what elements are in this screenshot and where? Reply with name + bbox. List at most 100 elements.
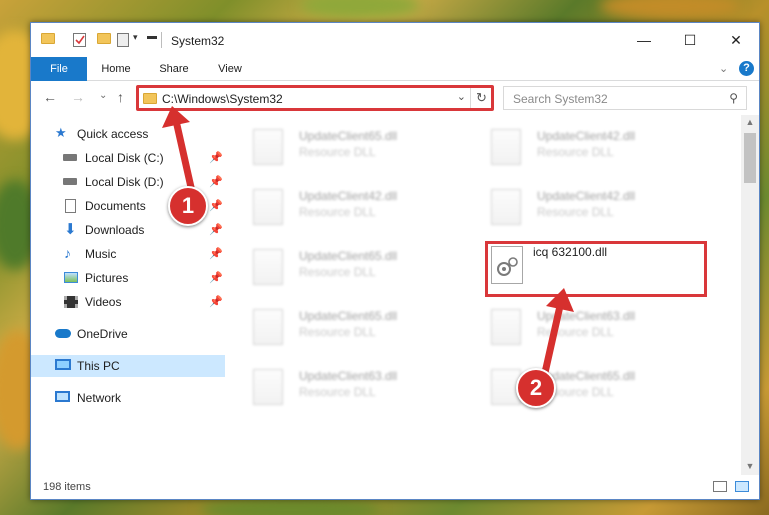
sidebar-item-onedrive[interactable]: OneDrive [31, 323, 225, 345]
sidebar-item-label: Quick access [77, 127, 149, 141]
dll-file-icon [491, 189, 521, 225]
document-icon [65, 199, 76, 213]
video-icon [64, 296, 78, 308]
dll-file-icon [253, 309, 283, 345]
file-name: UpdateClient65.dll [299, 309, 398, 323]
sidebar-item-pictures[interactable]: Pictures 📌 [31, 267, 225, 289]
maximize-button[interactable]: ☐ [667, 23, 713, 57]
new-folder-icon[interactable] [97, 33, 111, 44]
dll-file-icon [253, 189, 283, 225]
sidebar-item-label: This PC [77, 359, 120, 373]
pictures-icon [64, 272, 78, 283]
star-icon: ★ [55, 125, 67, 140]
minimize-button[interactable]: — [621, 23, 667, 57]
search-icon[interactable]: ⚲ [729, 91, 738, 105]
file-type: Resource DLL [299, 325, 376, 339]
title-bar: ▾ ▬ System32 — ☐ ✕ [31, 23, 759, 57]
status-bar: 198 items [31, 475, 759, 499]
file-name: UpdateClient42.dll [299, 189, 398, 203]
file-type: Resource DLL [299, 205, 376, 219]
pin-icon[interactable]: 📌 [209, 247, 223, 260]
list-item[interactable]: UpdateClient65.dll Resource DLL [253, 247, 473, 299]
back-arrow-icon[interactable]: ← [43, 89, 57, 105]
dll-file-icon [491, 246, 523, 284]
tab-home[interactable]: Home [93, 57, 139, 81]
item-count: 198 items [43, 481, 91, 493]
file-name: UpdateClient42.dll [537, 129, 636, 143]
file-type: Resource DLL [537, 205, 614, 219]
network-icon [55, 391, 70, 402]
folder-icon [41, 33, 55, 44]
list-item[interactable]: UpdateClient65.dll Resource DLL [253, 307, 473, 359]
music-icon: ♪ [64, 245, 71, 261]
tab-view[interactable]: View [207, 57, 253, 81]
list-item[interactable]: UpdateClient65.dll Resource DLL [253, 127, 473, 179]
search-input[interactable]: Search System32 ⚲ [503, 86, 747, 110]
search-placeholder: Search System32 [513, 92, 608, 106]
drive-icon [63, 178, 77, 185]
list-item[interactable]: UpdateClient42.dll Resource DLL [491, 127, 711, 179]
tab-share[interactable]: Share [151, 57, 197, 81]
dll-file-icon [253, 129, 283, 165]
explorer-window: ▾ ▬ System32 — ☐ ✕ File Home Share View … [30, 22, 760, 500]
ribbon: File Home Share View ⌄ ? [31, 57, 759, 81]
window-title: System32 [171, 34, 225, 48]
dll-file-icon [491, 129, 521, 165]
callout-badge-1: 1 [168, 186, 208, 226]
callout-badge-2: 2 [516, 368, 556, 408]
qa-dropdown-icon[interactable]: ▬ [147, 31, 157, 45]
file-name: UpdateClient42.dll [537, 189, 636, 203]
address-row: ← → ⌄ ↑ C:\Windows\System32 ⌄ ↻ Search S… [31, 81, 759, 115]
sidebar-item-this-pc[interactable]: This PC [31, 355, 225, 377]
list-item[interactable]: UpdateClient63.dll Resource DLL [253, 367, 473, 419]
vertical-scrollbar[interactable]: ▲ ▼ [741, 115, 759, 475]
scroll-down-icon[interactable]: ▼ [741, 461, 759, 471]
sidebar-item-label: Downloads [85, 223, 145, 237]
sidebar-item-label: Music [85, 247, 117, 261]
up-arrow-icon[interactable]: ↑ [117, 89, 124, 105]
sidebar-item-label: OneDrive [77, 327, 128, 341]
download-icon: ⬇ [64, 221, 77, 238]
file-type: Resource DLL [537, 145, 614, 159]
dll-file-icon [253, 249, 283, 285]
file-type: Resource DLL [299, 145, 376, 159]
close-button[interactable]: ✕ [713, 23, 759, 57]
gear-icon [497, 257, 518, 276]
highlighted-file[interactable]: icq 632100.dll [485, 241, 707, 297]
title-separator [161, 32, 162, 48]
properties-icon[interactable] [73, 33, 86, 47]
file-name: UpdateClient63.dll [299, 369, 398, 383]
forward-arrow-icon[interactable]: → [71, 89, 85, 105]
file-name: icq 632100.dll [533, 245, 608, 259]
file-type: Resource DLL [299, 385, 376, 399]
large-icons-view-icon[interactable] [735, 481, 749, 492]
scroll-thumb[interactable] [744, 133, 756, 183]
sidebar-item-label: Pictures [85, 271, 129, 285]
sidebar-item-label: Videos [85, 295, 122, 309]
file-name: UpdateClient65.dll [299, 129, 398, 143]
pin-icon[interactable]: 📌 [209, 271, 223, 284]
sidebar-item-music[interactable]: ♪ Music 📌 [31, 243, 225, 265]
scroll-up-icon[interactable]: ▲ [741, 117, 759, 127]
file-list: UpdateClient65.dll Resource DLL UpdateCl… [227, 115, 741, 475]
expand-ribbon-icon[interactable]: ⌄ [719, 62, 728, 75]
recent-locations-icon[interactable]: ⌄ [99, 90, 107, 101]
help-icon[interactable]: ? [739, 61, 754, 76]
sidebar-item-label: Documents [85, 199, 146, 213]
dll-file-icon [253, 369, 283, 405]
computer-icon [55, 359, 71, 370]
pin-icon[interactable]: 📌 [209, 295, 223, 308]
sidebar-item-network[interactable]: Network [31, 387, 225, 409]
list-item[interactable]: UpdateClient42.dll Resource DLL [491, 187, 711, 239]
cloud-icon [55, 329, 71, 338]
chevron-down-icon[interactable]: ▾ [133, 32, 138, 46]
details-view-icon[interactable] [713, 481, 727, 492]
sidebar-item-videos[interactable]: Videos 📌 [31, 291, 225, 313]
tab-file[interactable]: File [31, 57, 87, 81]
file-type: Resource DLL [299, 265, 376, 279]
list-item[interactable]: UpdateClient42.dll Resource DLL [253, 187, 473, 239]
file-name: UpdateClient65.dll [299, 249, 398, 263]
customize-icon[interactable] [117, 33, 129, 47]
dll-file-icon [491, 309, 521, 345]
drive-icon [63, 154, 77, 161]
